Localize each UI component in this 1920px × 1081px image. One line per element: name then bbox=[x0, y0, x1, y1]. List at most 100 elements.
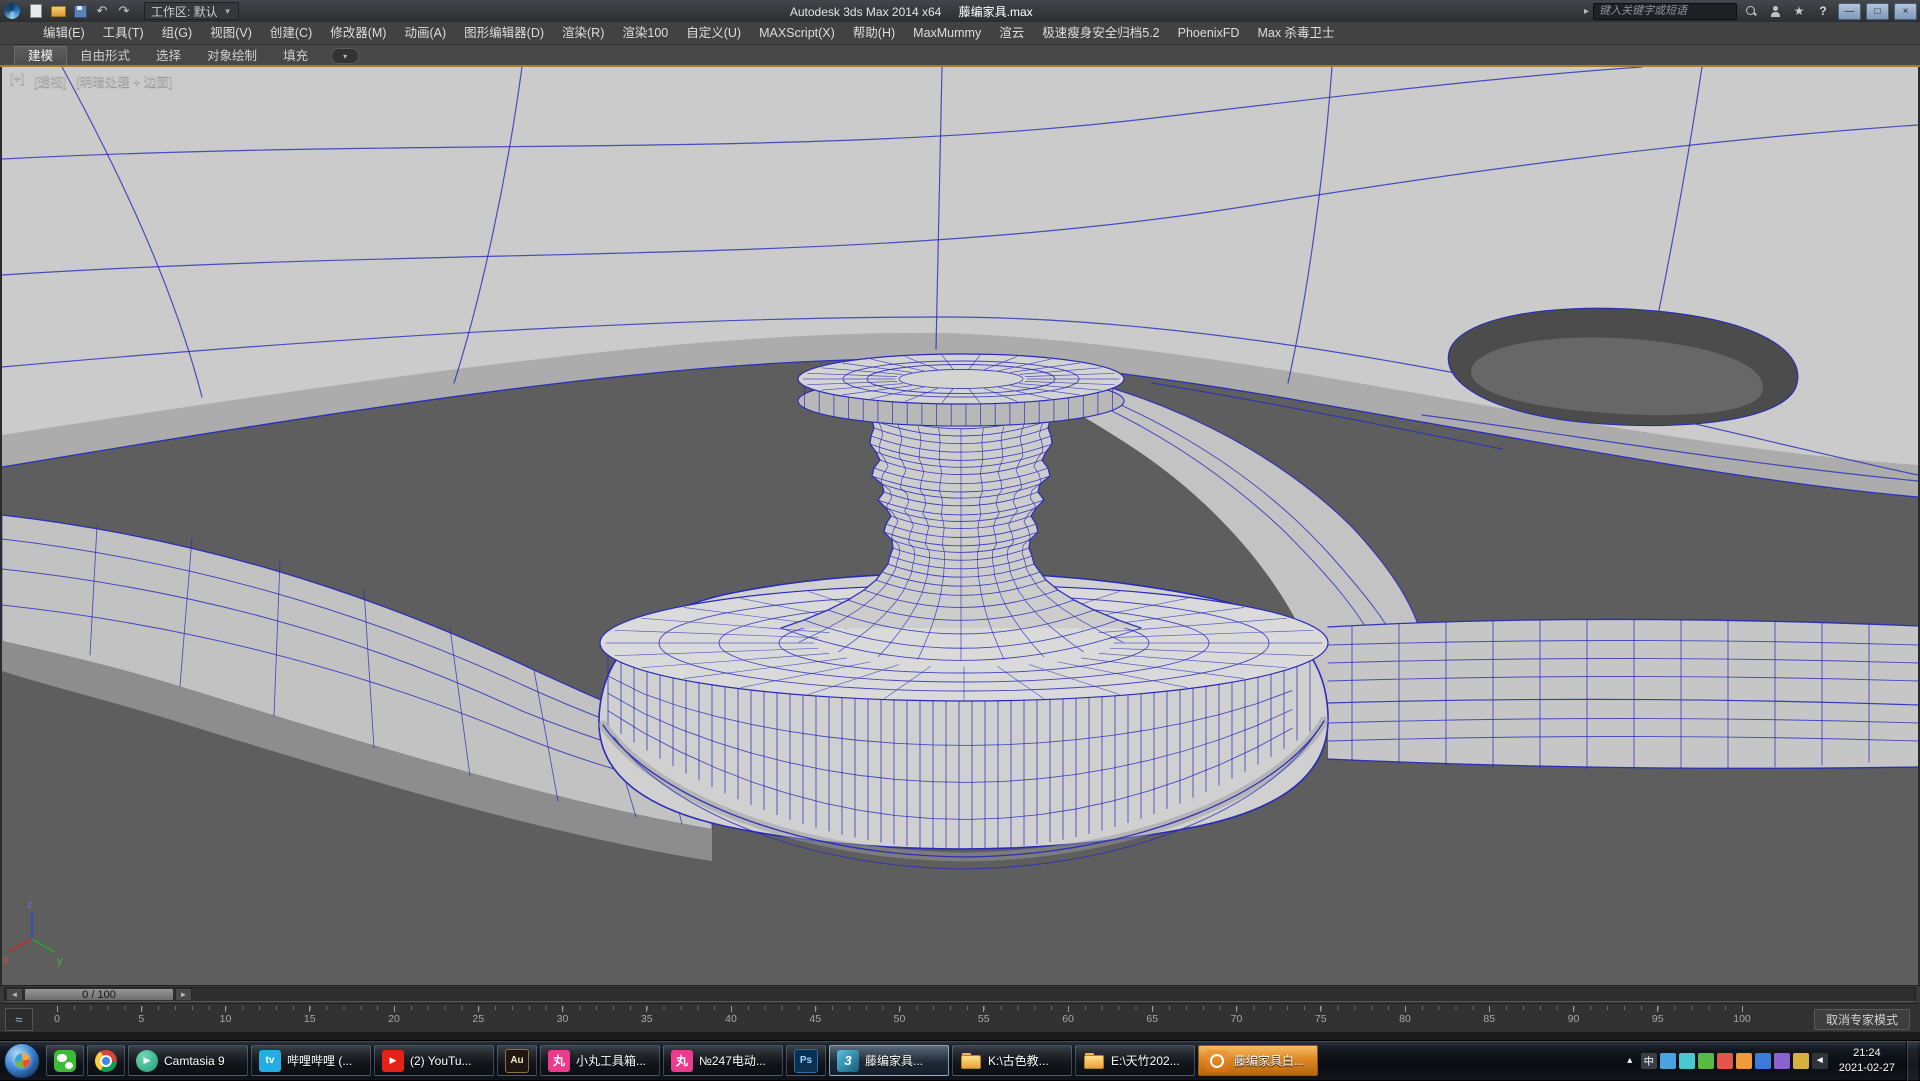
wechat-icon bbox=[54, 1050, 76, 1072]
taskbar-button-bilibili[interactable]: tv 哔哩哔哩 (... bbox=[251, 1045, 371, 1076]
taskbar-button-camtasia[interactable]: ▶Camtasia 9 bbox=[128, 1045, 248, 1076]
taskbar-button-wechat[interactable] bbox=[46, 1045, 84, 1076]
next-frame-button[interactable]: ► bbox=[175, 988, 192, 1001]
time-slider-row: ◄ 0 / 100 ► bbox=[0, 985, 1920, 1003]
ribbon-minimize-button[interactable]: ▾ bbox=[331, 48, 359, 64]
search-input[interactable] bbox=[1593, 3, 1737, 20]
window-title: Autodesk 3ds Max 2014 x64 藤编家具.max bbox=[239, 3, 1584, 20]
chevron-right-icon[interactable]: ▸ bbox=[1584, 6, 1589, 17]
file-name: 藤编家具.max bbox=[959, 5, 1033, 19]
ribbon-tab-2[interactable]: 选择 bbox=[143, 47, 194, 66]
open-file-icon[interactable] bbox=[48, 3, 68, 20]
menu-item-7[interactable]: 图形编辑器(D) bbox=[455, 22, 553, 44]
tray-app-red[interactable] bbox=[1717, 1053, 1733, 1069]
tray-app-purple[interactable] bbox=[1774, 1053, 1790, 1069]
taskbar-button-label: 哔哩哔哩 (... bbox=[287, 1052, 363, 1069]
time-slider-handle[interactable]: 0 / 100 bbox=[24, 988, 174, 1001]
maxi-icon: 3 bbox=[837, 1050, 859, 1072]
save-file-icon[interactable] bbox=[70, 3, 90, 20]
menu-item-6[interactable]: 动画(A) bbox=[395, 22, 455, 44]
menu-item-4[interactable]: 创建(C) bbox=[261, 22, 321, 44]
viewport-menu-general[interactable]: [+] bbox=[10, 71, 24, 90]
app-title: Autodesk 3ds Max 2014 x64 bbox=[790, 5, 941, 19]
axis-label-z: z bbox=[27, 899, 33, 911]
perspective-viewport[interactable]: xyz [+] [透视] [明暗处理 + 边面] bbox=[2, 67, 1918, 985]
menu-item-2[interactable]: 组(G) bbox=[153, 22, 202, 44]
menu-item-10[interactable]: 自定义(U) bbox=[677, 22, 750, 44]
menu-item-17[interactable]: Max 杀毒卫士 bbox=[1248, 22, 1343, 44]
viewport-menu-shading[interactable]: [明暗处理 + 边面] bbox=[76, 71, 172, 90]
tray-app-yellow[interactable] bbox=[1793, 1053, 1809, 1069]
taskbar-button-max-file[interactable]: 3藤编家具... bbox=[829, 1045, 949, 1076]
viewport-label-bar: [+] [透视] [明暗处理 + 边面] bbox=[10, 71, 172, 90]
minimize-button[interactable]: — bbox=[1838, 3, 1861, 20]
show-desktop-button[interactable] bbox=[1906, 1041, 1918, 1081]
tray-app-blue[interactable] bbox=[1660, 1053, 1676, 1069]
mini-curve-editor-button[interactable]: ≈ bbox=[5, 1008, 33, 1031]
menu-item-9[interactable]: 渲染100 bbox=[613, 22, 677, 44]
bili-icon: tv bbox=[259, 1050, 281, 1072]
tray-app-indigo[interactable] bbox=[1755, 1053, 1771, 1069]
fold-icon bbox=[960, 1050, 982, 1072]
sign-in-icon[interactable] bbox=[1765, 3, 1785, 20]
timeline-tick: 0 bbox=[37, 1006, 77, 1025]
taskbar-button-audition[interactable]: Au bbox=[497, 1045, 537, 1076]
taskbar-button-folder-e[interactable]: E:\天竹202... bbox=[1075, 1045, 1195, 1076]
menu-item-3[interactable]: 视图(V) bbox=[201, 22, 261, 44]
taskbar-button-label: №247电动... bbox=[699, 1052, 775, 1069]
infocenter: ▸ ★ ? — □ × bbox=[1584, 3, 1920, 20]
taskbar-button-xiaowan-toolbox[interactable]: 丸小丸工具箱... bbox=[540, 1045, 660, 1076]
fold-icon bbox=[1083, 1050, 1105, 1072]
redo-icon[interactable]: ↷ bbox=[114, 3, 134, 20]
3ds-max-window: ↶ ↷ 工作区: 默认 ▼ Autodesk 3ds Max 2014 x64 … bbox=[0, 0, 1920, 1080]
menu-item-12[interactable]: 帮助(H) bbox=[844, 22, 904, 44]
hidden-icons-chevron[interactable]: ▴ bbox=[1622, 1053, 1638, 1069]
favorites-star-icon[interactable]: ★ bbox=[1789, 3, 1809, 20]
menu-item-1[interactable]: 工具(T) bbox=[94, 22, 153, 44]
close-button[interactable]: × bbox=[1894, 3, 1917, 20]
menu-item-16[interactable]: PhoenixFD bbox=[1169, 22, 1249, 44]
maximize-button[interactable]: □ bbox=[1866, 3, 1889, 20]
taskbar-button-snagit-capture[interactable]: 藤编家具白... bbox=[1198, 1045, 1318, 1076]
volume-icon[interactable]: ◄ bbox=[1812, 1053, 1828, 1069]
taskbar-button-photoshop[interactable]: Ps bbox=[786, 1045, 826, 1076]
tray-app-teal[interactable] bbox=[1679, 1053, 1695, 1069]
cancel-expert-mode-button[interactable]: 取消专家模式 bbox=[1814, 1009, 1910, 1030]
axis-label-x: x bbox=[3, 954, 9, 966]
ribbon-tab-1[interactable]: 自由形式 bbox=[67, 47, 143, 66]
menu-item-5[interactable]: 修改器(M) bbox=[321, 22, 395, 44]
ribbon-tab-4[interactable]: 填充 bbox=[270, 47, 321, 66]
3ds-max-logo-icon[interactable] bbox=[4, 3, 20, 19]
taskbar-button-no247-diandong[interactable]: 丸№247电动... bbox=[663, 1045, 783, 1076]
taskbar-button-chrome[interactable] bbox=[87, 1045, 125, 1076]
ribbon-tab-3[interactable]: 对象绘制 bbox=[194, 47, 270, 66]
help-icon[interactable]: ? bbox=[1813, 3, 1833, 20]
menu-item-11[interactable]: MAXScript(X) bbox=[750, 22, 844, 44]
previous-frame-button[interactable]: ◄ bbox=[6, 988, 23, 1001]
ime-indicator[interactable]: 中 bbox=[1641, 1053, 1657, 1069]
menu-item-0[interactable]: 编辑(E) bbox=[34, 22, 94, 44]
start-button[interactable] bbox=[4, 1043, 40, 1079]
menu-item-14[interactable]: 渲云 bbox=[990, 22, 1033, 44]
timeline-tick: 10 bbox=[206, 1006, 246, 1025]
track-bar[interactable]: ≈ 05101520253035404550556065707580859095… bbox=[0, 1003, 1920, 1033]
menu-item-15[interactable]: 极速瘦身安全归档5.2 bbox=[1033, 22, 1168, 44]
search-icon[interactable] bbox=[1741, 3, 1761, 20]
ribbon-tab-0[interactable]: 建模 bbox=[14, 46, 67, 66]
new-file-icon[interactable] bbox=[26, 3, 46, 20]
viewport-canvas[interactable]: xyz bbox=[2, 67, 1918, 985]
menu-item-8[interactable]: 渲染(R) bbox=[553, 22, 613, 44]
windows-taskbar: ▶Camtasia 9 tv 哔哩哔哩 (... ▶(2) YouTu...Au丸小丸… bbox=[0, 1040, 1920, 1080]
clock-time: 21:24 bbox=[1839, 1046, 1895, 1061]
taskbar-button-folder-k[interactable]: K:\古色教... bbox=[952, 1045, 1072, 1076]
workspace-dropdown[interactable]: 工作区: 默认 ▼ bbox=[144, 2, 239, 20]
taskbar-clock[interactable]: 21:24 2021-02-27 bbox=[1839, 1046, 1895, 1076]
timeline-tick: 55 bbox=[964, 1006, 1004, 1025]
tray-app-orange[interactable] bbox=[1736, 1053, 1752, 1069]
viewport-menu-pov[interactable]: [透视] bbox=[34, 71, 66, 90]
undo-icon[interactable]: ↶ bbox=[92, 3, 112, 20]
tray-app-green[interactable] bbox=[1698, 1053, 1714, 1069]
taskbar-button-youtube[interactable]: ▶(2) YouTu... bbox=[374, 1045, 494, 1076]
menu-item-13[interactable]: MaxMummy bbox=[904, 22, 990, 44]
time-slider-track[interactable]: ◄ 0 / 100 ► bbox=[4, 987, 1916, 1002]
